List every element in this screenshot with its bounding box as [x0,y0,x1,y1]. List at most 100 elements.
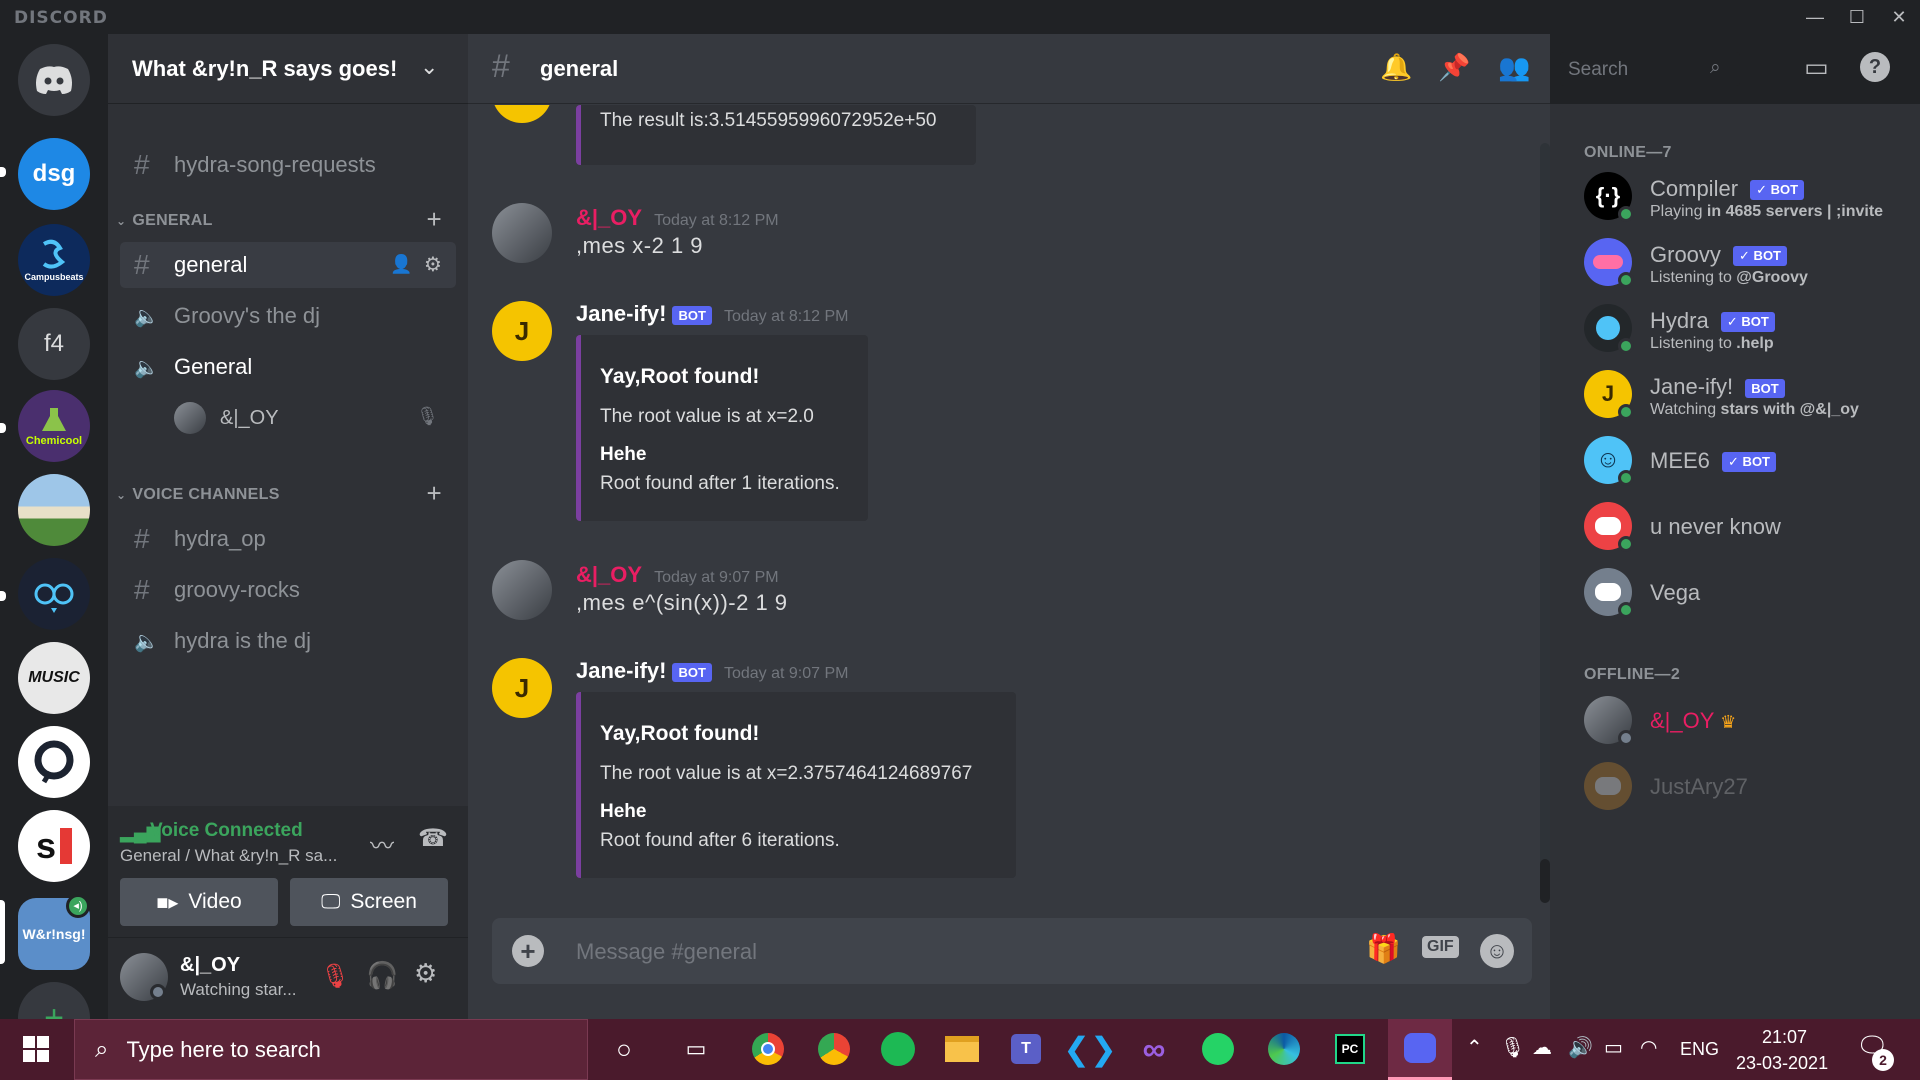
member-vega[interactable]: Vega [1584,568,1904,624]
chrome-profile-icon[interactable] [814,1029,854,1069]
guild-header[interactable]: What &ry!n_R says goes! ⌄ [108,34,468,104]
file-explorer-icon[interactable] [942,1029,982,1069]
emoji-icon[interactable]: ☺ [1480,934,1514,968]
server-ring[interactable] [18,726,90,798]
spotify-icon[interactable] [878,1029,918,1069]
message-author[interactable]: &|_OY Today at 9:07 PM [576,562,779,588]
server-label: Campusbeats [24,272,84,282]
server-campusbeats[interactable]: Campusbeats [18,224,90,296]
video-button[interactable]: ■▸ Video [120,878,278,926]
search-box[interactable]: Search ⌕ [1560,52,1740,86]
message-author[interactable]: Jane-ify! BOT Today at 9:07 PM [576,658,848,684]
task-view-icon[interactable]: ▭ [676,1029,716,1069]
gear-icon[interactable]: ⚙ [424,252,442,277]
server-label: dsg [32,160,76,187]
channel-groovys-the-dj[interactable]: 🔈 Groovy's the dj [120,293,456,339]
scrollbar-thumb[interactable] [1540,859,1550,903]
voice-location[interactable]: General / What &ry!n_R sa... [120,846,337,866]
visual-studio-icon[interactable]: ∞ [1134,1029,1174,1069]
pin-icon[interactable]: 📌 [1438,52,1470,83]
settings-gear-icon[interactable]: ⚙ [414,958,437,989]
member-oy-offline[interactable]: &|_OY ♛ [1584,696,1904,752]
volume-icon[interactable]: 🔊 [1568,1035,1593,1060]
online-status-dot [1618,206,1634,222]
vscode-icon[interactable]: ❮❯ [1063,1029,1117,1069]
close-window-button[interactable]: ✕ [1884,4,1914,30]
channel-groovy-rocks[interactable]: # groovy-rocks [120,567,456,613]
gif-button[interactable]: GIF [1422,936,1459,958]
server-chemicool[interactable]: Chemicool [18,390,90,462]
add-channel-icon[interactable]: + [427,204,442,235]
category-voice-channels[interactable]: ⌄ VOICE CHANNELS + [116,478,456,508]
taskbar-search[interactable]: ⌕ Type here to search [74,1019,588,1080]
message-composer[interactable]: + Message #general 🎁 GIF ☺ [492,918,1532,984]
chevron-up-icon[interactable]: ⌃ [1466,1035,1483,1060]
bell-icon[interactable]: 🔔 [1380,52,1412,83]
member-name: Jane-ify! BOT [1650,374,1785,400]
teams-icon[interactable]: T [1006,1029,1046,1069]
mic-muted-icon[interactable]: 🎙 [320,962,350,991]
author-name: Jane-ify! [576,658,667,683]
name-text: Hydra [1650,308,1709,333]
edge-icon[interactable] [1264,1029,1304,1069]
discord-taskbar-active[interactable] [1388,1019,1452,1080]
disconnect-icon[interactable]: ☎ [418,824,448,853]
member-list-icon[interactable]: 👥 [1498,52,1530,83]
scrollbar-track[interactable] [1540,143,1550,903]
voice-participant[interactable]: &|_OY 🎙 [174,400,439,436]
noise-suppression-icon[interactable]: 〰 [370,826,394,861]
battery-icon[interactable]: ▭ [1604,1035,1623,1060]
microphone-tray-icon[interactable]: 🎙 [1500,1035,1525,1060]
screen-button-label: Screen [350,890,417,913]
gift-icon[interactable]: 🎁 [1366,932,1401,965]
channel-hydra-song-requests[interactable]: # hydra-song-requests [120,142,456,188]
message-input-placeholder[interactable]: Message #general [576,939,757,965]
message-author[interactable]: &|_OY Today at 8:12 PM [576,205,779,231]
language-indicator[interactable]: ENG [1680,1039,1719,1060]
member-u-never-know[interactable]: u never know [1584,502,1904,558]
channel-hydra-is-the-dj[interactable]: 🔈 hydra is the dj [120,618,456,664]
server-f4[interactable]: f4 [18,308,90,380]
pycharm-icon[interactable]: PC [1330,1029,1370,1069]
channel-general[interactable]: # general 👤 ⚙ [120,242,456,288]
cortana-icon[interactable]: ○ [604,1029,644,1069]
member-mee6[interactable]: ☺ MEE6 ✓ BOT [1584,436,1904,492]
wifi-icon[interactable]: ◠ [1640,1035,1657,1060]
server-s[interactable]: s [18,810,90,882]
add-channel-icon[interactable]: + [427,478,442,509]
home-button[interactable] [18,44,90,116]
server-dsg[interactable]: dsg [18,138,90,210]
channel-hydra-op[interactable]: # hydra_op [120,516,456,562]
category-general[interactable]: ⌄ GENERAL + [116,204,456,234]
discord-default-avatar-icon [1595,777,1621,795]
server-music[interactable]: MUSIC [18,642,90,714]
avatar[interactable] [492,560,552,620]
avatar[interactable] [492,203,552,263]
clock-time[interactable]: 21:07 [1762,1027,1807,1048]
screen-share-button[interactable]: 🖵 Screen [290,878,448,926]
help-icon[interactable]: ? [1860,52,1890,82]
channel-general-voice[interactable]: 🔈 General [120,344,456,390]
bot-avatar[interactable]: J [492,658,552,718]
bot-avatar[interactable]: J [492,301,552,361]
member-compiler[interactable]: {·} Compiler ✓ BOT Playing in 4685 serve… [1584,172,1904,228]
member-justary27[interactable]: JustAry27 [1584,762,1904,818]
windows-start-icon[interactable] [16,1029,56,1069]
chrome-icon[interactable] [748,1029,788,1069]
whatsapp-icon[interactable] [1198,1029,1238,1069]
message-author[interactable]: Jane-ify! BOT Today at 8:12 PM [576,301,848,327]
maximize-button[interactable]: ☐ [1842,4,1872,30]
server-building[interactable] [18,474,90,546]
member-groovy[interactable]: Groovy ✓ BOT Listening to @Groovy [1584,238,1904,294]
headphones-icon[interactable]: 🎧 [366,960,398,991]
minimize-button[interactable]: — [1800,4,1830,30]
invite-icon[interactable]: 👤 [390,254,412,275]
clock-date[interactable]: 23-03-2021 [1736,1053,1828,1074]
onedrive-icon[interactable]: ☁ [1532,1035,1552,1060]
add-attachment-icon[interactable]: + [512,935,544,967]
hash-icon: # [492,48,510,84]
member-hydra[interactable]: Hydra ✓ BOT Listening to .help [1584,304,1904,360]
member-jane-ify[interactable]: J Jane-ify! BOT Watching stars with @&|_… [1584,370,1904,426]
server-owl[interactable] [18,558,90,630]
inbox-icon[interactable]: ▭ [1804,52,1829,83]
